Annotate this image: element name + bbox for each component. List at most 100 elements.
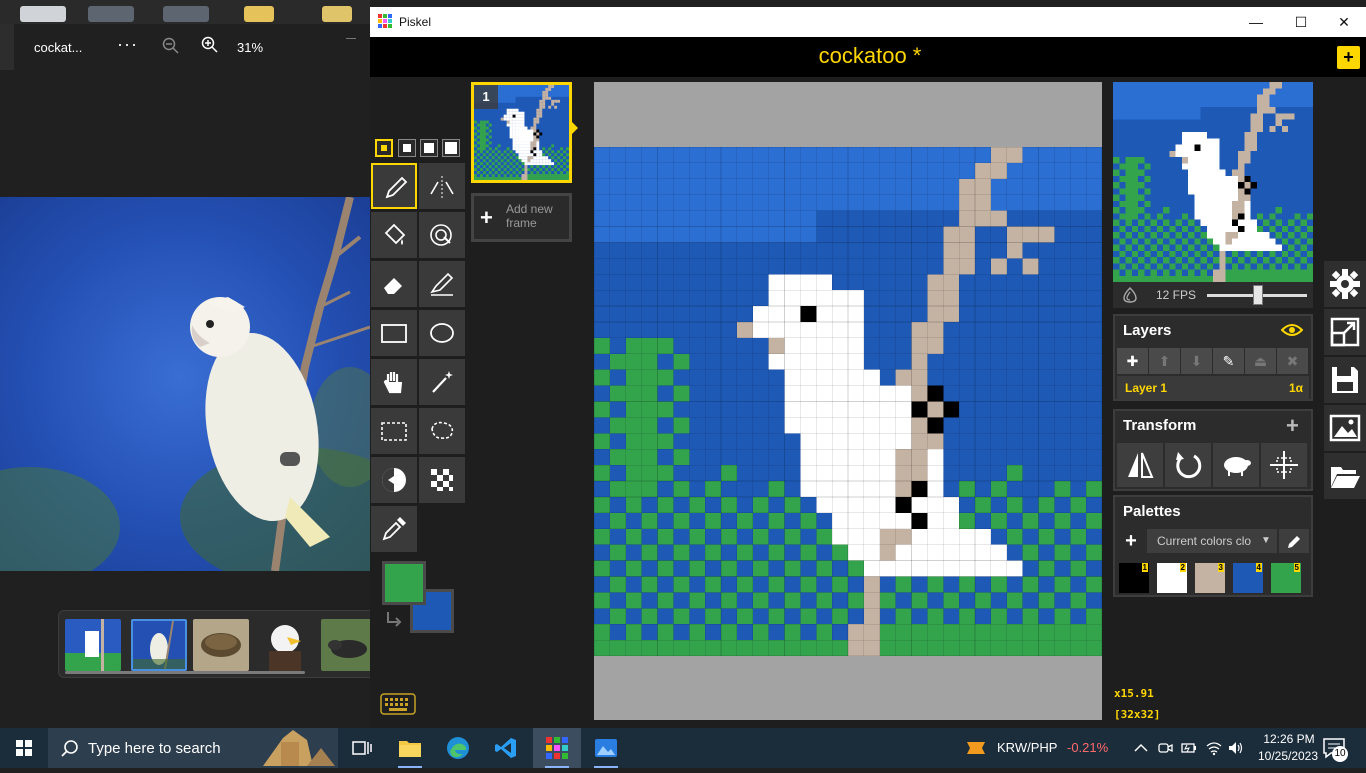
- stock-icon[interactable]: [964, 736, 988, 760]
- pen-size-4[interactable]: [442, 139, 460, 157]
- chevron-up-icon[interactable]: [1133, 740, 1149, 756]
- gear-icon: [1330, 269, 1360, 299]
- wifi-icon[interactable]: [1206, 740, 1222, 756]
- add-new-frame-button[interactable]: + Add new frame: [471, 193, 572, 242]
- rectangle-select-tool[interactable]: [371, 408, 417, 454]
- zoom-out-icon[interactable]: [162, 37, 180, 55]
- primary-color-swatch[interactable]: [382, 561, 426, 605]
- swatch-number: 2: [1179, 563, 1186, 572]
- pen-size-1[interactable]: [375, 139, 393, 157]
- windows-icon: [16, 740, 32, 756]
- edit-layer-button[interactable]: ✎: [1213, 348, 1244, 374]
- filmstrip-scrollbar[interactable]: [65, 671, 305, 674]
- paint-bucket-tool[interactable]: [371, 212, 417, 258]
- lasso-select-tool[interactable]: [419, 408, 465, 454]
- task-view-button[interactable]: [338, 728, 386, 768]
- desktop-icon[interactable]: [163, 6, 209, 22]
- move-layer-up-button[interactable]: ⬆: [1149, 348, 1180, 374]
- pen-size-3[interactable]: [420, 139, 438, 157]
- maximize-button[interactable]: ☐: [1279, 7, 1323, 37]
- fps-slider-thumb[interactable]: [1253, 285, 1263, 305]
- rectangle-tool[interactable]: [371, 310, 417, 356]
- stroke-tool[interactable]: [419, 261, 465, 307]
- file-icon[interactable]: [322, 6, 352, 22]
- desktop-icon[interactable]: [88, 6, 134, 22]
- palette-select[interactable]: Current colors clo ▼: [1147, 529, 1277, 553]
- dithering-tool[interactable]: [419, 457, 465, 503]
- thumb-turtle[interactable]: [193, 619, 249, 671]
- transform-add-button[interactable]: +: [1286, 413, 1299, 439]
- layer-item[interactable]: Layer 1 1α: [1117, 376, 1309, 400]
- delete-layer-button[interactable]: ✖: [1277, 348, 1308, 374]
- photos-taskbar-button[interactable]: [582, 728, 630, 768]
- clock-date[interactable]: 10/25/2023: [1250, 749, 1326, 763]
- add-layer-button[interactable]: ✚: [1117, 348, 1148, 374]
- vscode-button[interactable]: [482, 728, 530, 768]
- clock-time[interactable]: 12:26 PM: [1256, 732, 1322, 746]
- thumb-cockatoo-pixel[interactable]: [65, 619, 121, 671]
- meet-now-icon[interactable]: [1157, 740, 1173, 756]
- export-button[interactable]: [1324, 405, 1366, 451]
- edge-browser-button[interactable]: [434, 728, 482, 768]
- palette-swatch[interactable]: 5: [1269, 561, 1303, 595]
- lighten-tool[interactable]: [371, 457, 417, 503]
- file-explorer-button[interactable]: [386, 728, 434, 768]
- magic-wand-tool[interactable]: [419, 359, 465, 405]
- keyboard-shortcuts-icon[interactable]: [380, 693, 416, 715]
- flip-button[interactable]: [1117, 443, 1163, 487]
- settings-button[interactable]: [1324, 261, 1366, 307]
- ellipse-tool[interactable]: [419, 310, 465, 356]
- merge-layer-button[interactable]: ⏏: [1245, 348, 1276, 374]
- more-options-button[interactable]: ···: [117, 34, 138, 55]
- resize-button[interactable]: [1324, 309, 1366, 355]
- photo-viewer[interactable]: [0, 197, 370, 571]
- minimize-button[interactable]: —: [1234, 7, 1278, 37]
- move-tool[interactable]: [371, 359, 417, 405]
- lighten-icon: [382, 468, 406, 492]
- minimize-glyph[interactable]: [346, 38, 356, 39]
- piskel-taskbar-button[interactable]: [533, 728, 581, 768]
- palette-swatch[interactable]: 1: [1117, 561, 1151, 595]
- rotate-button[interactable]: [1165, 443, 1211, 487]
- battery-icon[interactable]: [1181, 740, 1197, 756]
- palette-swatch[interactable]: 3: [1193, 561, 1227, 595]
- stock-change[interactable]: -0.21%: [1067, 740, 1108, 755]
- pixel-canvas[interactable]: [594, 147, 1102, 656]
- pen-size-2[interactable]: [398, 139, 416, 157]
- frame-thumbnail[interactable]: 1: [471, 82, 572, 183]
- mirror-pen-tool[interactable]: [419, 163, 465, 209]
- clone-button[interactable]: [1213, 443, 1259, 487]
- thumb-eagle[interactable]: [257, 619, 313, 671]
- drawing-canvas-area[interactable]: [594, 82, 1102, 720]
- same-color-bucket-tool[interactable]: [419, 212, 465, 258]
- volume-icon[interactable]: [1228, 740, 1244, 756]
- start-button[interactable]: [0, 728, 48, 768]
- add-palette-button[interactable]: +: [1117, 529, 1145, 553]
- zoom-in-icon[interactable]: [201, 36, 219, 54]
- save-button[interactable]: [1324, 357, 1366, 403]
- folder-icon[interactable]: [244, 6, 274, 22]
- thumb-cockatoo-photo[interactable]: [131, 619, 187, 671]
- close-button[interactable]: ✕: [1322, 7, 1366, 37]
- palette-swatch[interactable]: 2: [1155, 561, 1189, 595]
- eraser-tool[interactable]: [371, 261, 417, 307]
- onion-skin-icon[interactable]: [1121, 286, 1139, 304]
- eye-icon[interactable]: [1281, 323, 1303, 337]
- pen-tool[interactable]: [371, 163, 417, 209]
- swap-colors-icon[interactable]: [384, 610, 404, 628]
- thumb-badger[interactable]: [321, 619, 370, 671]
- move-layer-down-button[interactable]: ⬇: [1181, 348, 1212, 374]
- filmstrip[interactable]: [58, 610, 370, 678]
- edit-palette-button[interactable]: [1279, 529, 1309, 553]
- paint-bucket-icon: [384, 223, 406, 245]
- rectangle-select-icon: [381, 422, 407, 441]
- import-button[interactable]: [1324, 453, 1366, 499]
- desktop-icon[interactable]: [20, 6, 66, 22]
- search-box[interactable]: Type here to search: [48, 728, 338, 768]
- color-picker-tool[interactable]: [371, 506, 417, 552]
- stock-name[interactable]: KRW/PHP: [997, 740, 1057, 755]
- document-title[interactable]: cockatoo *: [370, 43, 1366, 69]
- palette-swatch[interactable]: 4: [1231, 561, 1265, 595]
- center-button[interactable]: [1261, 443, 1307, 487]
- new-sprite-button[interactable]: +: [1337, 46, 1360, 69]
